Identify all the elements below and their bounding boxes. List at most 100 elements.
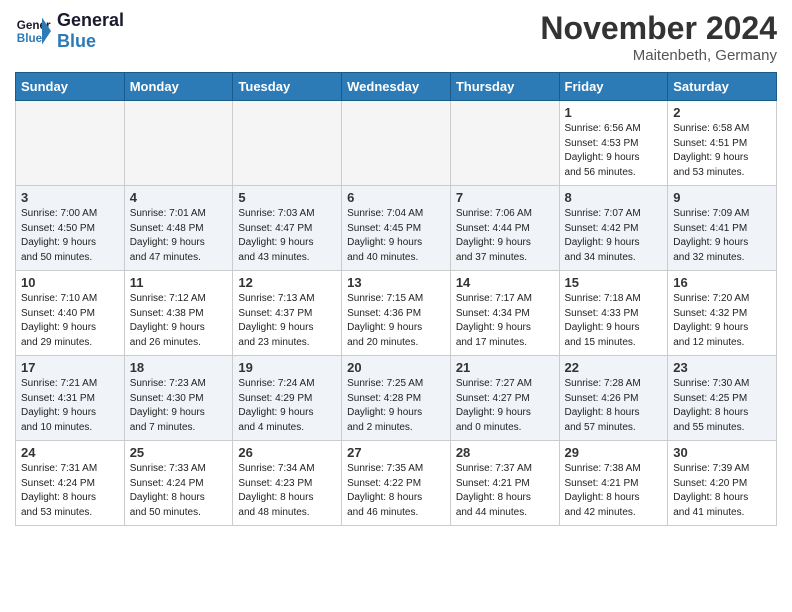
day-number: 14 — [456, 275, 554, 290]
day-info: Sunrise: 7:34 AM Sunset: 4:23 PM Dayligh… — [238, 462, 336, 520]
day-info: Sunrise: 7:30 AM Sunset: 4:25 PM Dayligh… — [673, 377, 771, 435]
day-info: Sunrise: 7:24 AM Sunset: 4:29 PM Dayligh… — [238, 377, 336, 435]
day-info: Sunrise: 7:35 AM Sunset: 4:22 PM Dayligh… — [347, 462, 445, 520]
day-number: 27 — [347, 445, 445, 460]
table-row — [233, 101, 342, 186]
day-number: 29 — [565, 445, 663, 460]
day-info: Sunrise: 7:12 AM Sunset: 4:38 PM Dayligh… — [130, 292, 228, 350]
col-friday: Friday — [559, 73, 668, 101]
day-number: 19 — [238, 360, 336, 375]
day-number: 18 — [130, 360, 228, 375]
page: General Blue General Blue November 2024 … — [0, 0, 792, 536]
table-row: 17 Sunrise: 7:21 AM Sunset: 4:31 PM Dayli… — [16, 356, 125, 441]
day-number: 22 — [565, 360, 663, 375]
table-row: 9Sunrise: 7:09 AM Sunset: 4:41 PM Daylig… — [668, 186, 777, 271]
day-info: Sunrise: 7:18 AM Sunset: 4:33 PM Dayligh… — [565, 292, 663, 350]
day-info: Sunrise: 7:39 AM Sunset: 4:20 PM Dayligh… — [673, 462, 771, 520]
calendar-week-row: 10 Sunrise: 7:10 AM Sunset: 4:40 PM Dayli… — [16, 271, 777, 356]
day-info: Sunrise: 7:07 AM Sunset: 4:42 PM Dayligh… — [565, 207, 663, 265]
day-number: 5 — [238, 190, 336, 205]
calendar-week-row: 24 Sunrise: 7:31 AM Sunset: 4:24 PM Dayli… — [16, 441, 777, 526]
day-info: Sunrise: 7:04 AM Sunset: 4:45 PM Dayligh… — [347, 207, 445, 265]
col-saturday: Saturday — [668, 73, 777, 101]
table-row: 19 Sunrise: 7:24 AM Sunset: 4:29 PM Dayli… — [233, 356, 342, 441]
day-number: 25 — [130, 445, 228, 460]
col-thursday: Thursday — [450, 73, 559, 101]
title-block: November 2024 Maitenbeth, Germany — [540, 10, 777, 64]
day-number: 16 — [673, 275, 771, 290]
logo-blue: Blue — [57, 31, 96, 51]
day-number: 3 — [21, 190, 119, 205]
day-info: Sunrise: 7:38 AM Sunset: 4:21 PM Dayligh… — [565, 462, 663, 520]
day-info: Sunrise: 7:06 AM Sunset: 4:44 PM Dayligh… — [456, 207, 554, 265]
table-row: 29 Sunrise: 7:38 AM Sunset: 4:21 PM Dayli… — [559, 441, 668, 526]
table-row — [342, 101, 451, 186]
table-row: 12 Sunrise: 7:13 AM Sunset: 4:37 PM Dayli… — [233, 271, 342, 356]
day-number: 30 — [673, 445, 771, 460]
logo-icon: General Blue — [15, 13, 51, 49]
table-row: 4Sunrise: 7:01 AM Sunset: 4:48 PM Daylig… — [124, 186, 233, 271]
day-number: 8 — [565, 190, 663, 205]
day-number: 10 — [21, 275, 119, 290]
table-row: 1Sunrise: 6:56 AM Sunset: 4:53 PM Daylig… — [559, 101, 668, 186]
day-number: 9 — [673, 190, 771, 205]
table-row: 24 Sunrise: 7:31 AM Sunset: 4:24 PM Dayli… — [16, 441, 125, 526]
table-row: 30 Sunrise: 7:39 AM Sunset: 4:20 PM Dayli… — [668, 441, 777, 526]
day-info: Sunrise: 7:37 AM Sunset: 4:21 PM Dayligh… — [456, 462, 554, 520]
logo-general: General — [57, 10, 124, 31]
calendar-header-row: Sunday Monday Tuesday Wednesday Thursday… — [16, 73, 777, 101]
day-number: 2 — [673, 105, 771, 120]
table-row: 22 Sunrise: 7:28 AM Sunset: 4:26 PM Dayli… — [559, 356, 668, 441]
header: General Blue General Blue November 2024 … — [15, 10, 777, 64]
day-number: 28 — [456, 445, 554, 460]
table-row: 25 Sunrise: 7:33 AM Sunset: 4:24 PM Dayli… — [124, 441, 233, 526]
table-row: 21 Sunrise: 7:27 AM Sunset: 4:27 PM Dayli… — [450, 356, 559, 441]
day-number: 12 — [238, 275, 336, 290]
day-number: 6 — [347, 190, 445, 205]
day-info: Sunrise: 7:25 AM Sunset: 4:28 PM Dayligh… — [347, 377, 445, 435]
location: Maitenbeth, Germany — [540, 47, 777, 64]
table-row — [450, 101, 559, 186]
day-info: Sunrise: 7:13 AM Sunset: 4:37 PM Dayligh… — [238, 292, 336, 350]
day-info: Sunrise: 7:00 AM Sunset: 4:50 PM Dayligh… — [21, 207, 119, 265]
calendar-week-row: 3 Sunrise: 7:00 AM Sunset: 4:50 PM Daylig… — [16, 186, 777, 271]
day-info: Sunrise: 7:33 AM Sunset: 4:24 PM Dayligh… — [130, 462, 228, 520]
table-row: 2 Sunrise: 6:58 AM Sunset: 4:51 PM Daylig… — [668, 101, 777, 186]
table-row — [124, 101, 233, 186]
svg-text:Blue: Blue — [17, 32, 43, 45]
calendar-week-row: 17 Sunrise: 7:21 AM Sunset: 4:31 PM Dayli… — [16, 356, 777, 441]
day-number: 26 — [238, 445, 336, 460]
calendar: Sunday Monday Tuesday Wednesday Thursday… — [15, 72, 777, 526]
table-row: 10 Sunrise: 7:10 AM Sunset: 4:40 PM Dayli… — [16, 271, 125, 356]
day-info: Sunrise: 7:21 AM Sunset: 4:31 PM Dayligh… — [21, 377, 119, 435]
day-info: Sunrise: 6:58 AM Sunset: 4:51 PM Dayligh… — [673, 122, 771, 180]
table-row: 11 Sunrise: 7:12 AM Sunset: 4:38 PM Dayli… — [124, 271, 233, 356]
day-number: 23 — [673, 360, 771, 375]
month-title: November 2024 — [540, 10, 777, 47]
table-row: 14Sunrise: 7:17 AM Sunset: 4:34 PM Dayli… — [450, 271, 559, 356]
day-number: 11 — [130, 275, 228, 290]
day-number: 24 — [21, 445, 119, 460]
table-row: 3 Sunrise: 7:00 AM Sunset: 4:50 PM Daylig… — [16, 186, 125, 271]
day-info: Sunrise: 7:28 AM Sunset: 4:26 PM Dayligh… — [565, 377, 663, 435]
table-row: 26 Sunrise: 7:34 AM Sunset: 4:23 PM Dayli… — [233, 441, 342, 526]
day-number: 21 — [456, 360, 554, 375]
day-info: Sunrise: 7:03 AM Sunset: 4:47 PM Dayligh… — [238, 207, 336, 265]
day-number: 17 — [21, 360, 119, 375]
day-info: Sunrise: 7:15 AM Sunset: 4:36 PM Dayligh… — [347, 292, 445, 350]
day-number: 13 — [347, 275, 445, 290]
day-info: Sunrise: 7:27 AM Sunset: 4:27 PM Dayligh… — [456, 377, 554, 435]
table-row: 20Sunrise: 7:25 AM Sunset: 4:28 PM Dayli… — [342, 356, 451, 441]
day-info: Sunrise: 7:31 AM Sunset: 4:24 PM Dayligh… — [21, 462, 119, 520]
table-row: 7 Sunrise: 7:06 AM Sunset: 4:44 PM Daylig… — [450, 186, 559, 271]
table-row: 27 Sunrise: 7:35 AM Sunset: 4:22 PM Dayli… — [342, 441, 451, 526]
table-row: 6 Sunrise: 7:04 AM Sunset: 4:45 PM Daylig… — [342, 186, 451, 271]
day-number: 7 — [456, 190, 554, 205]
day-info: Sunrise: 7:23 AM Sunset: 4:30 PM Dayligh… — [130, 377, 228, 435]
table-row: 8 Sunrise: 7:07 AM Sunset: 4:42 PM Daylig… — [559, 186, 668, 271]
day-info: Sunrise: 7:20 AM Sunset: 4:32 PM Dayligh… — [673, 292, 771, 350]
col-tuesday: Tuesday — [233, 73, 342, 101]
day-info: Sunrise: 7:10 AM Sunset: 4:40 PM Dayligh… — [21, 292, 119, 350]
col-monday: Monday — [124, 73, 233, 101]
table-row: 15Sunrise: 7:18 AM Sunset: 4:33 PM Dayli… — [559, 271, 668, 356]
